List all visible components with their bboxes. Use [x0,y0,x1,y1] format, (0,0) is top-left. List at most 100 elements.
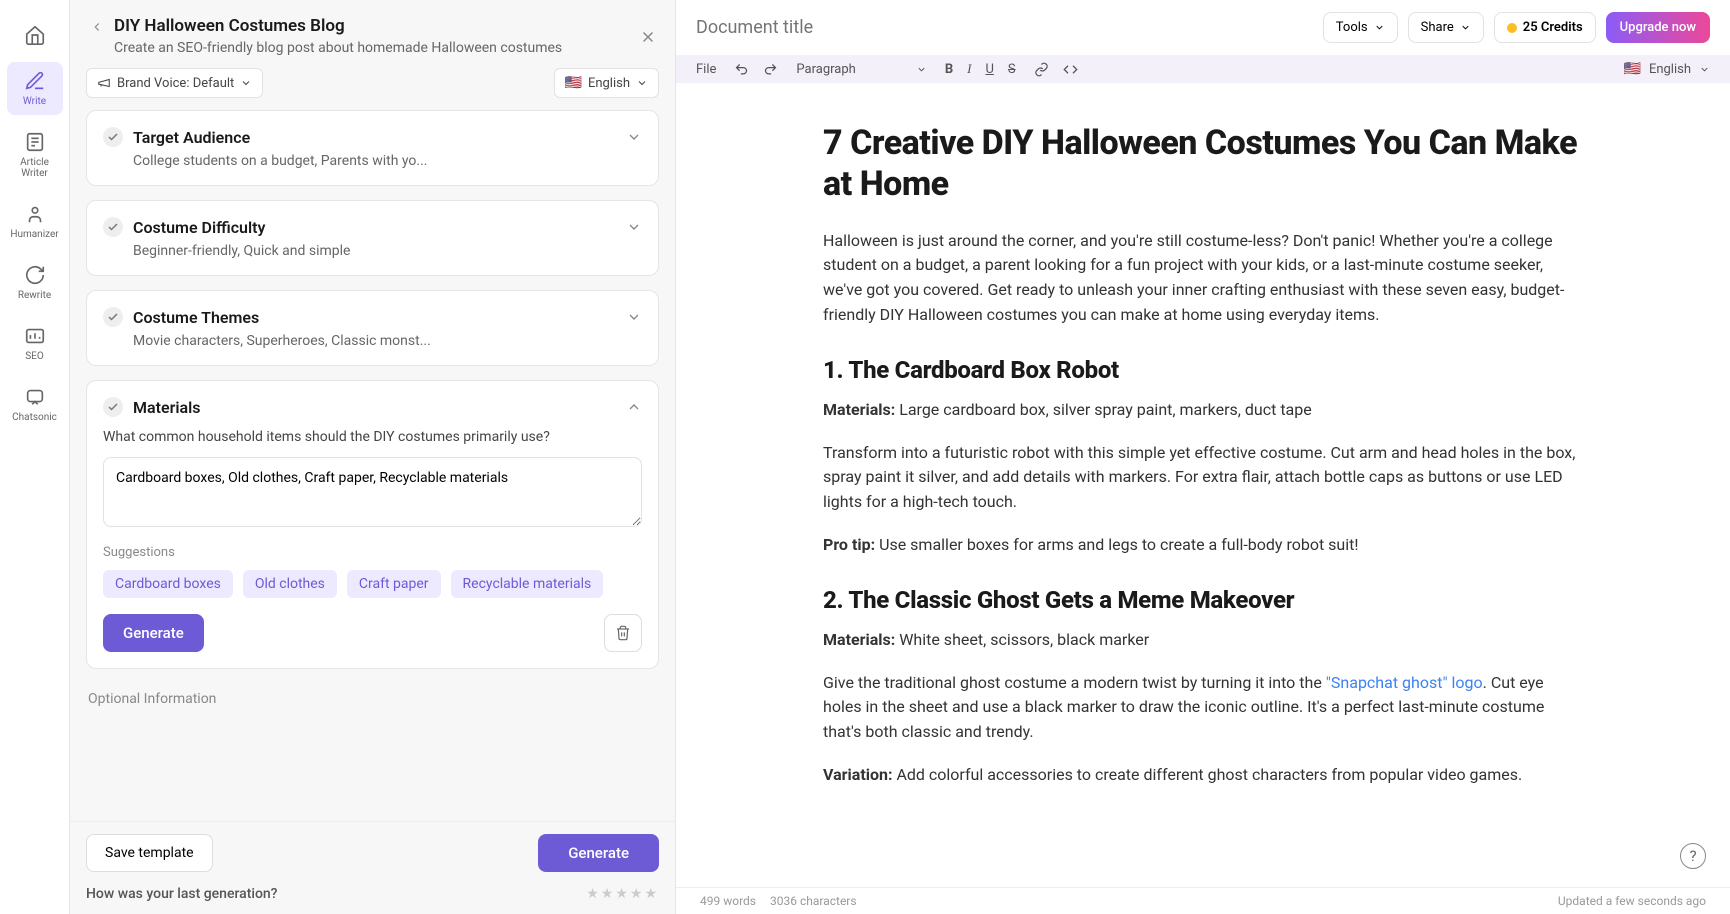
section-summary: Movie characters, Superheroes, Classic m… [133,333,642,349]
italic-button[interactable]: I [967,61,971,77]
suggestion-chip[interactable]: Craft paper [347,570,441,598]
sidebar-item-label: Write [23,96,46,107]
chevron-down-icon [240,77,252,89]
sidebar-item-label: Humanizer [10,229,58,240]
materials-input[interactable] [103,457,642,527]
sidebar-item-home[interactable] [7,16,63,54]
undo-button[interactable] [734,62,749,77]
generate-button[interactable]: Generate [538,834,659,872]
article-link[interactable]: "Snapchat ghost" logo [1326,673,1483,692]
document-title-input[interactable] [696,17,1313,38]
trash-icon [615,625,631,641]
section-costume-themes[interactable]: Costume Themes Movie characters, Superhe… [86,290,659,366]
check-icon [103,127,123,147]
chevron-down-icon [1460,22,1471,33]
section-title: Costume Themes [133,308,616,327]
panel-subtitle: Create an SEO-friendly blog post about h… [114,40,655,56]
bold-button[interactable]: B [945,62,953,77]
sidebar-item-chatsonic[interactable]: Chatsonic [7,378,63,431]
back-button[interactable] [90,20,104,34]
editor-language-select[interactable]: 🇺🇸 English [1624,61,1711,77]
sidebar-item-label: Chatsonic [12,412,57,423]
redo-icon [763,62,778,77]
sidebar-item-label: Rewrite [18,290,51,301]
chevron-down-icon [626,219,642,235]
share-button[interactable]: Share [1408,12,1484,43]
article-paragraph: Give the traditional ghost costume a mod… [823,671,1583,745]
sidebar-item-write[interactable]: Write [7,62,63,115]
section-title: Costume Difficulty [133,218,616,237]
tools-button[interactable]: Tools [1323,12,1398,43]
brand-voice-selector[interactable]: Brand Voice: Default [86,68,263,98]
sidebar: Write Article Writer Humanizer Rewrite S… [0,0,70,914]
credits-dot-icon [1507,23,1517,33]
suggestion-chip[interactable]: Old clothes [243,570,337,598]
optional-info-label: Optional Information [86,683,659,721]
section-summary: Beginner-friendly, Quick and simple [133,243,642,259]
link-button[interactable] [1034,62,1049,77]
suggestion-chip[interactable]: Cardboard boxes [103,570,233,598]
article-title: 7 Creative DIY Halloween Costumes You Ca… [823,123,1583,205]
section-materials-header[interactable]: Materials [103,397,642,417]
rewrite-icon [24,264,46,286]
sidebar-item-label: SEO [25,351,44,362]
save-template-button[interactable]: Save template [86,834,213,872]
code-icon [1063,62,1078,77]
language-selector[interactable]: 🇺🇸 English [554,68,660,98]
underline-button[interactable]: U [985,62,993,77]
section-summary: College students on a budget, Parents wi… [133,153,642,169]
section-materials: Materials What common household items sh… [86,380,659,669]
megaphone-icon [97,76,111,90]
home-icon [24,24,46,46]
chevron-down-icon [626,309,642,325]
sidebar-item-label: Article Writer [11,157,59,179]
panel-title: DIY Halloween Costumes Blog [114,16,345,36]
article-heading: 2. The Classic Ghost Gets a Meme Makeove… [823,586,1583,614]
rating-stars[interactable]: ★★★★★ [586,886,659,902]
check-icon [103,217,123,237]
chevron-down-icon [1699,64,1710,75]
editor-content[interactable]: 7 Creative DIY Halloween Costumes You Ca… [676,83,1730,887]
sidebar-item-rewrite[interactable]: Rewrite [7,256,63,309]
credits-button[interactable]: 25 Credits [1494,12,1596,43]
redo-button[interactable] [763,62,778,77]
undo-icon [734,62,749,77]
suggestion-chip[interactable]: Recyclable materials [451,570,604,598]
file-menu[interactable]: File [696,62,716,77]
section-costume-difficulty[interactable]: Costume Difficulty Beginner-friendly, Qu… [86,200,659,276]
paragraph-style-select[interactable]: Paragraph [796,62,926,77]
chevron-up-icon [626,399,642,415]
delete-button[interactable] [604,614,642,652]
article-paragraph: Materials: Large cardboard box, silver s… [823,398,1583,423]
section-target-audience[interactable]: Target Audience College students on a bu… [86,110,659,186]
code-button[interactable] [1063,62,1078,77]
left-panel: DIY Halloween Costumes Blog Create an SE… [70,0,676,914]
article-heading: 1. The Cardboard Box Robot [823,356,1583,384]
section-title: Target Audience [133,128,616,147]
rating-question: How was your last generation? [86,886,278,902]
help-button[interactable]: ? [1680,843,1706,869]
flag-icon: 🇺🇸 [1624,61,1641,77]
chevron-down-icon [1374,22,1385,33]
article-paragraph: Transform into a futuristic robot with t… [823,441,1583,515]
word-count: 499 words [700,894,756,908]
article-paragraph: Halloween is just around the corner, and… [823,229,1583,328]
close-button[interactable] [639,28,657,46]
chevron-down-icon [626,129,642,145]
flag-icon: 🇺🇸 [565,75,582,91]
section-question: What common household items should the D… [103,429,642,445]
generate-section-button[interactable]: Generate [103,614,204,652]
upgrade-button[interactable]: Upgrade now [1606,12,1710,43]
link-icon [1034,62,1049,77]
seo-icon [24,325,46,347]
sidebar-item-humanizer[interactable]: Humanizer [7,195,63,248]
char-count: 3036 characters [770,894,857,908]
article-icon [24,131,46,153]
sidebar-item-seo[interactable]: SEO [7,317,63,370]
right-panel: Tools Share 25 Credits Upgrade now File … [676,0,1730,914]
humanizer-icon [24,203,46,225]
strikethrough-button[interactable]: S [1008,62,1016,77]
updated-label: Updated a few seconds ago [1558,894,1706,908]
sidebar-item-article-writer[interactable]: Article Writer [7,123,63,187]
check-icon [103,397,123,417]
